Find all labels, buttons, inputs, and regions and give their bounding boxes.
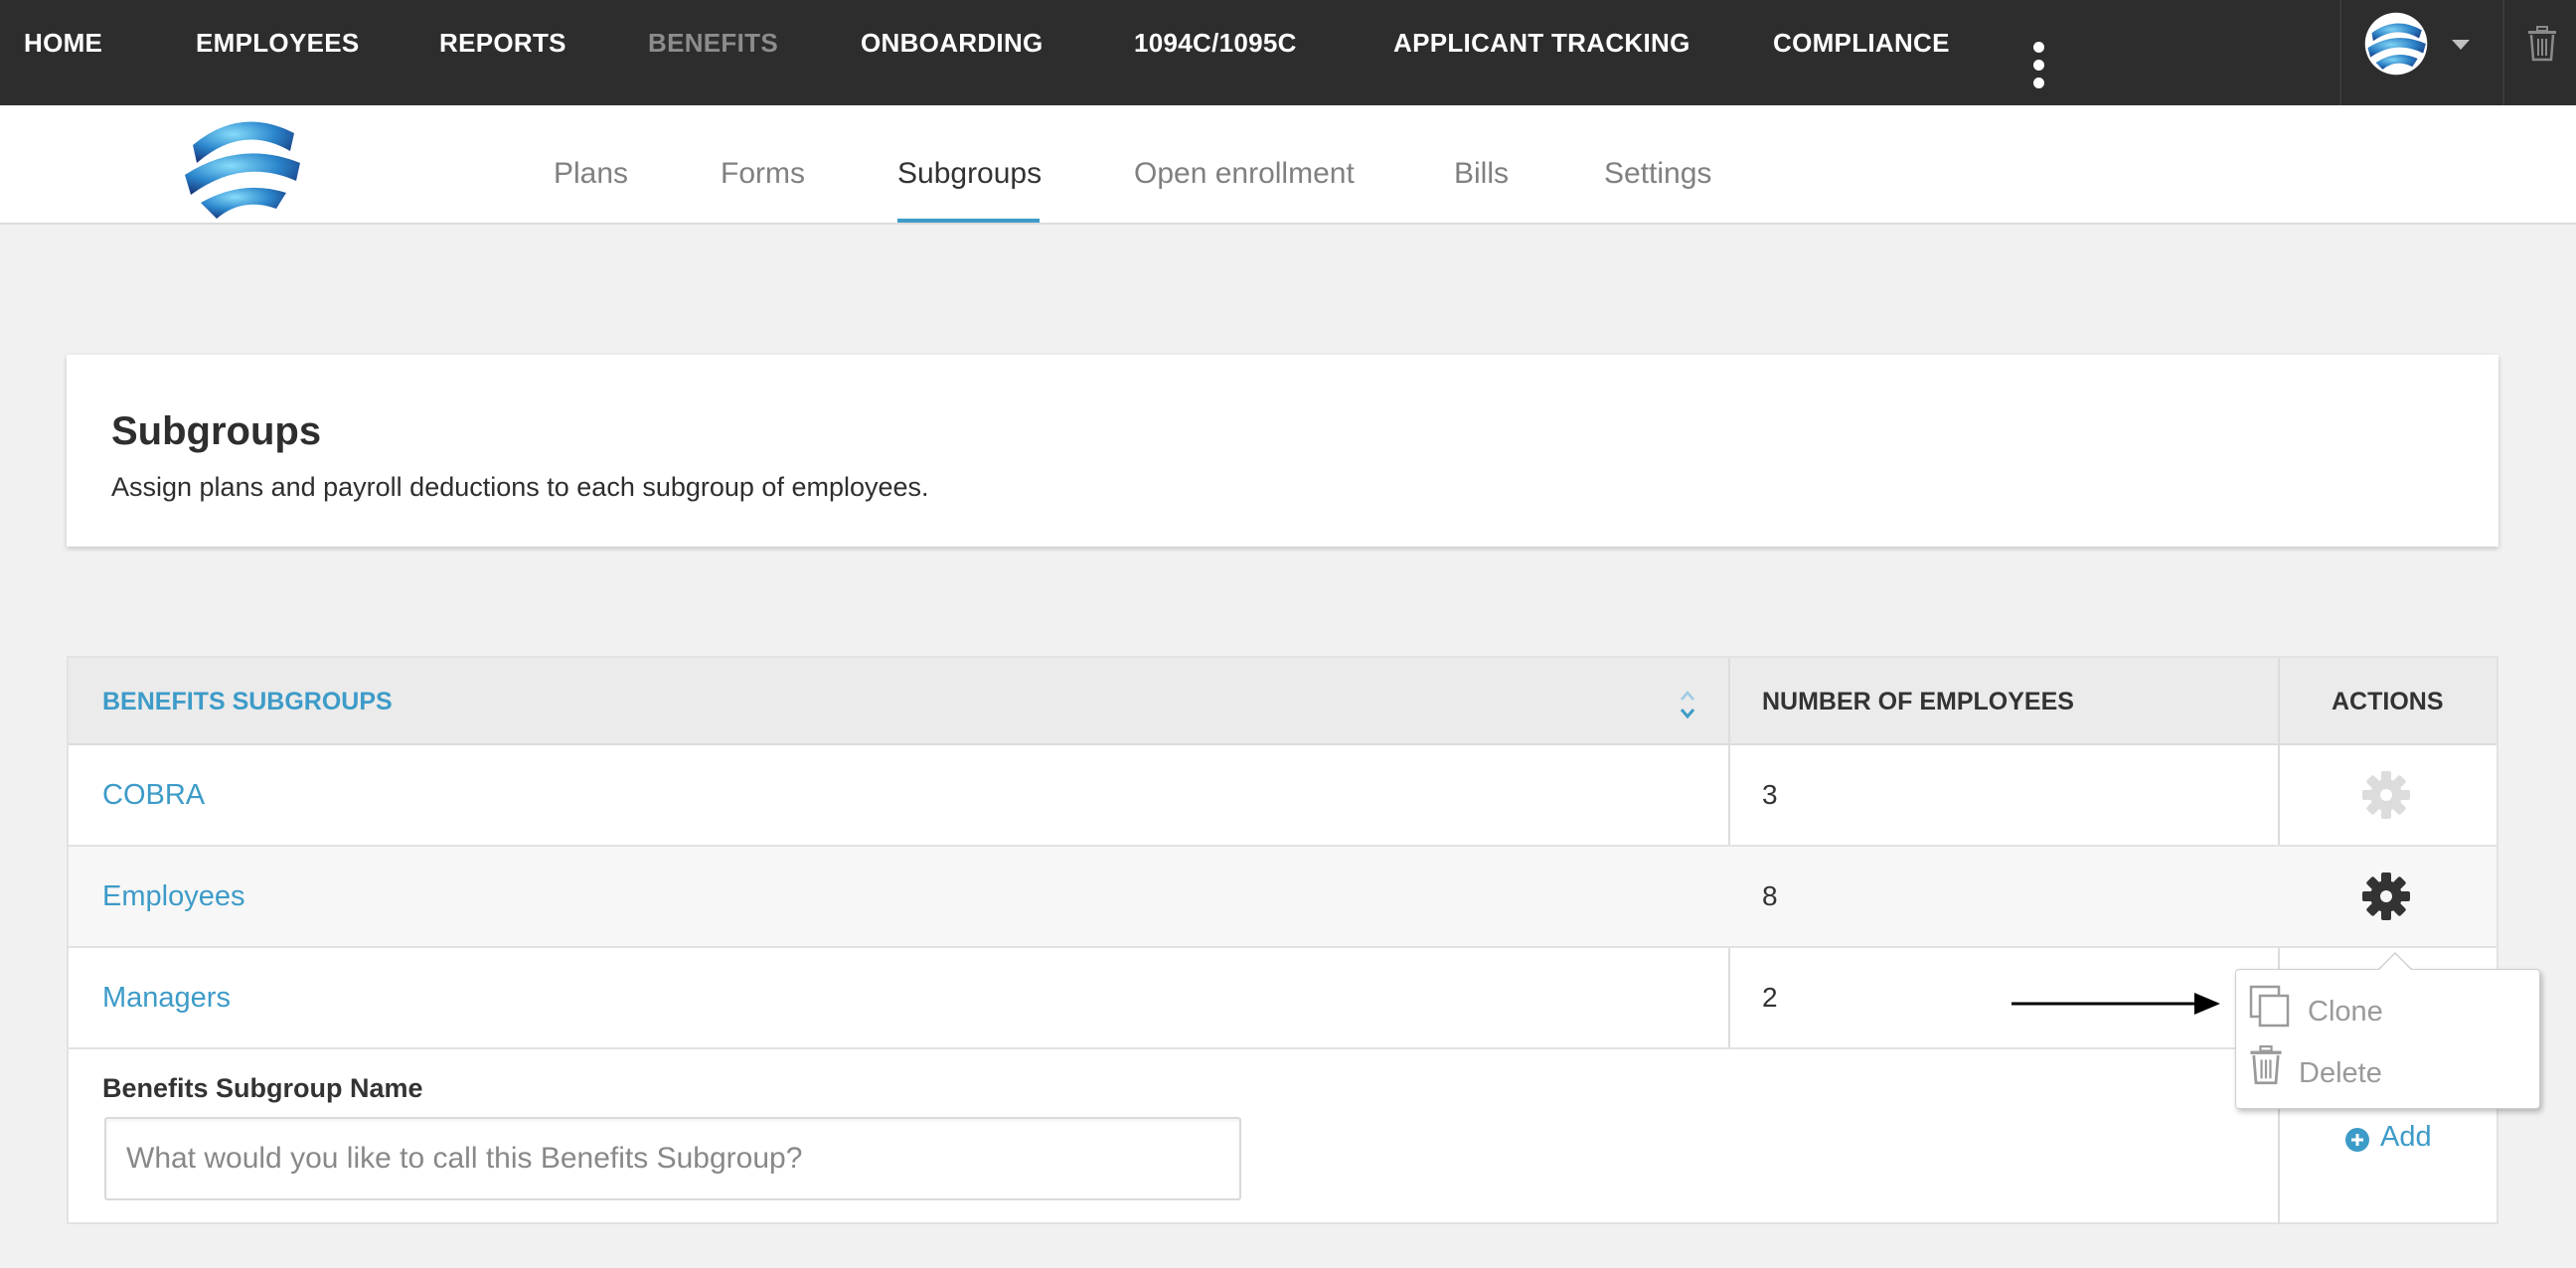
delete-menu-item[interactable]: Delete [2248,1045,2526,1095]
nav-applicant-tracking[interactable]: APPLICANT TRACKING [1393,28,1690,59]
employee-count: 8 [1762,880,1778,911]
page-description: Assign plans and payroll deductions to e… [111,472,929,502]
clone-menu-item[interactable]: Clone [2248,984,2526,1033]
nav-onboarding[interactable]: ONBOARDING [861,28,1044,59]
subgroup-link-cobra[interactable]: COBRA [102,779,205,812]
subgroup-link-managers[interactable]: Managers [102,982,231,1015]
globe-logo-icon [185,105,300,219]
trash-icon[interactable] [2526,26,2558,62]
active-tab-indicator [897,219,1040,223]
sub-navigation-bar: Plans Forms Subgroups Open enrollment Bi… [0,105,2576,225]
column-header-employee-count: NUMBER OF EMPLOYEES [1762,688,2074,715]
table-row: COBRA 3 [69,745,2496,847]
nav-1094c-1095c[interactable]: 1094C/1095C [1134,28,1297,59]
nav-home[interactable]: HOME [24,28,102,59]
tab-subgroups[interactable]: Subgroups [897,157,1042,191]
trash-icon [2250,1045,2282,1085]
top-navigation-bar: HOME EMPLOYEES REPORTS BENEFITS ONBOARDI… [0,0,2576,105]
gear-icon[interactable] [2360,769,2412,821]
plus-circle-icon [2345,1128,2369,1152]
tab-open-enrollment[interactable]: Open enrollment [1134,157,1355,191]
subgroup-name-label: Benefits Subgroup Name [102,1073,423,1103]
nav-compliance[interactable]: COMPLIANCE [1773,28,1950,59]
nav-employees[interactable]: EMPLOYEES [196,28,360,59]
delete-label: Delete [2299,1057,2382,1089]
nav-divider [2502,0,2504,105]
employee-count: 2 [1762,982,1778,1013]
popover-tip-fill [2378,954,2412,971]
subgroup-link-employees[interactable]: Employees [102,880,244,913]
arrow-annotation-icon [2012,993,2220,1015]
column-header-subgroups[interactable]: BENEFITS SUBGROUPS [102,688,393,716]
gear-icon[interactable] [2360,871,2412,922]
table-row: Employees 8 [69,847,2496,948]
tab-bills[interactable]: Bills [1454,157,1509,191]
caret-down-icon[interactable] [2452,40,2470,50]
table-header: BENEFITS SUBGROUPS NUMBER OF EMPLOYEES A… [69,658,2496,745]
nav-divider [2339,0,2341,105]
nav-reports[interactable]: REPORTS [439,28,566,59]
nav-benefits[interactable]: BENEFITS [648,28,778,59]
sort-icon[interactable] [1676,688,1699,721]
globe-logo-icon[interactable] [2362,10,2430,78]
clone-icon [2249,985,2290,1028]
ellipsis-icon[interactable] [2033,40,2058,93]
subgroups-table: BENEFITS SUBGROUPS NUMBER OF EMPLOYEES A… [67,656,2498,1224]
column-header-actions: ACTIONS [2332,688,2444,715]
page-title: Subgroups [111,409,322,453]
add-label: Add [2380,1121,2432,1153]
clone-label: Clone [2308,996,2383,1028]
actions-popover-menu: Clone Delete [2235,969,2540,1109]
subgroup-name-input[interactable] [104,1117,1241,1200]
subgroups-header-card: Subgroups Assign plans and payroll deduc… [67,355,2498,547]
tab-plans[interactable]: Plans [554,157,628,191]
employee-count: 3 [1762,779,1778,810]
tab-forms[interactable]: Forms [721,157,805,191]
tab-settings[interactable]: Settings [1604,157,1711,191]
